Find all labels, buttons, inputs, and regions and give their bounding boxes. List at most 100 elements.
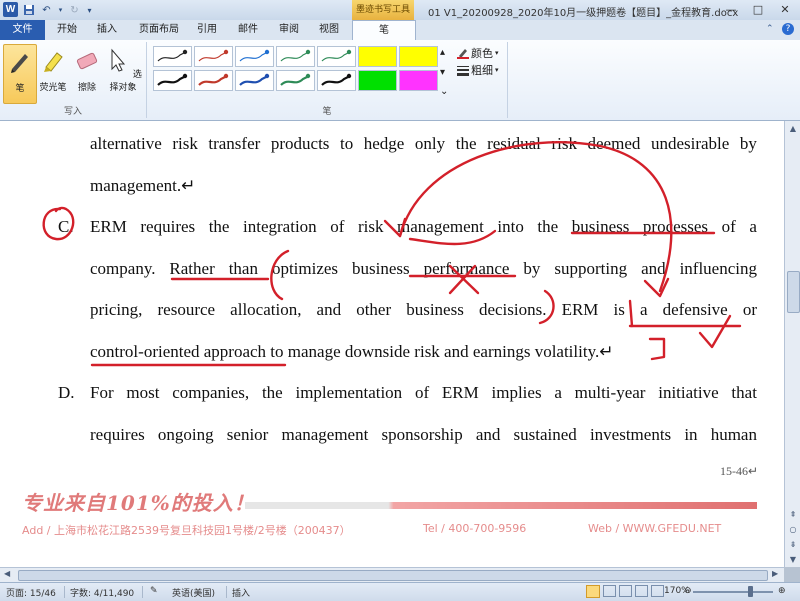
eraser-tool-button[interactable]: 擦除 bbox=[71, 44, 103, 102]
ribbon: 笔 荧光笔 擦除 选择对象 写入 ▴ ▾ ⌄ 颜色 ▾ 粗细 ▾ 笔 bbox=[0, 40, 800, 121]
web-layout-icon[interactable] bbox=[619, 585, 632, 597]
pen-color-label: 颜色 bbox=[471, 47, 493, 60]
pen-stroke-icon bbox=[157, 73, 188, 86]
pen-style-swatch[interactable] bbox=[153, 46, 192, 67]
tab-insert[interactable]: 插入 bbox=[92, 20, 122, 40]
tab-page-layout[interactable]: 页面布局 bbox=[135, 20, 183, 40]
tab-file[interactable]: 文件 bbox=[0, 20, 45, 40]
scroll-left-arrow-icon[interactable]: ◀ bbox=[4, 569, 10, 578]
save-icon[interactable] bbox=[21, 3, 36, 18]
pen-style-swatch[interactable] bbox=[153, 70, 192, 91]
pen-style-swatch[interactable] bbox=[358, 70, 397, 91]
pen-stroke-icon bbox=[280, 73, 311, 86]
eraser-icon bbox=[76, 52, 98, 70]
ink-arc-small bbox=[408, 229, 497, 246]
ink-annotations bbox=[42, 141, 742, 367]
language-status[interactable]: 英语(美国) bbox=[172, 586, 215, 599]
scroll-down-arrow-icon[interactable]: ▼ bbox=[785, 552, 800, 567]
tab-home[interactable]: 开始 bbox=[52, 20, 82, 40]
tab-view[interactable]: 视图 bbox=[314, 20, 344, 40]
ink-bracket-end bbox=[648, 337, 666, 361]
print-layout-view-icon[interactable] bbox=[586, 585, 600, 598]
pen-stroke-icon bbox=[239, 73, 270, 86]
ink-arc-arrow bbox=[398, 141, 673, 293]
browse-object-icon[interactable]: ○ bbox=[785, 522, 800, 537]
pen-stroke-icon bbox=[321, 73, 352, 86]
horizontal-scroll-thumb[interactable] bbox=[18, 570, 768, 581]
zoom-slider-knob[interactable] bbox=[748, 586, 753, 597]
quick-access-toolbar: ↶ ▾ ↻ ▾ bbox=[21, 2, 94, 18]
word-count-status[interactable]: 字数: 4/11,490 bbox=[70, 586, 134, 599]
word-app-icon[interactable]: W bbox=[3, 2, 18, 17]
pen-stroke-icon bbox=[198, 49, 229, 62]
ink-circle-c bbox=[42, 206, 75, 241]
tab-pen[interactable]: 笔 bbox=[352, 20, 416, 41]
pen-style-swatch[interactable] bbox=[194, 46, 233, 67]
close-button[interactable]: ✕ bbox=[772, 1, 798, 18]
zoom-in-icon[interactable]: ⊕ bbox=[778, 586, 786, 596]
document-workspace: alternative risk transfer products to hedge on… bbox=[0, 121, 784, 567]
highlighter-tool-button[interactable]: 荧光笔 bbox=[37, 44, 69, 102]
full-screen-reading-icon[interactable] bbox=[603, 585, 616, 597]
help-icon[interactable]: ? bbox=[782, 23, 794, 35]
customize-qat-icon[interactable]: ▾ bbox=[85, 3, 94, 18]
status-separator bbox=[64, 586, 65, 598]
write-group-label: 写入 bbox=[63, 107, 82, 117]
scroll-up-arrow-icon[interactable]: ▲ bbox=[785, 121, 800, 136]
select-objects-button[interactable]: 选择对象 bbox=[103, 44, 143, 102]
draft-view-icon[interactable] bbox=[651, 585, 664, 597]
undo-dropdown-icon[interactable]: ▾ bbox=[57, 3, 64, 18]
pen-style-swatch[interactable] bbox=[276, 46, 315, 67]
vertical-scroll-thumb[interactable] bbox=[787, 271, 800, 313]
zoom-out-icon[interactable]: ⊖ bbox=[684, 586, 692, 596]
pen-gallery-more-icon[interactable]: ⌄ bbox=[440, 86, 448, 97]
pen-style-swatch[interactable] bbox=[276, 70, 315, 91]
document-page[interactable]: alternative risk transfer products to hedge on… bbox=[0, 121, 784, 567]
highlighter-icon bbox=[44, 52, 63, 72]
vertical-scrollbar[interactable]: ▲ ⇞ ○ ⇟ ▼ bbox=[784, 121, 800, 567]
pen-color-button[interactable]: 颜色 ▾ bbox=[457, 45, 499, 61]
page-count-status[interactable]: 页面: 15/46 bbox=[6, 586, 56, 599]
ink-bracket-a bbox=[628, 299, 634, 328]
pen-style-swatch[interactable] bbox=[235, 46, 274, 67]
pen-gallery-scroll-down-icon[interactable]: ▾ bbox=[440, 67, 445, 78]
tab-references[interactable]: 引用 bbox=[192, 20, 222, 40]
pen-color-icon bbox=[457, 49, 469, 59]
previous-page-icon[interactable]: ⇞ bbox=[785, 507, 800, 522]
tab-review[interactable]: 审阅 bbox=[274, 20, 304, 40]
scroll-right-arrow-icon[interactable]: ▶ bbox=[772, 569, 778, 578]
pen-style-swatch[interactable] bbox=[358, 46, 397, 67]
pen-gallery-scroll-up-icon[interactable]: ▴ bbox=[440, 47, 445, 58]
eraser-tool-label: 擦除 bbox=[77, 83, 96, 93]
zoom-slider[interactable] bbox=[693, 591, 773, 593]
ink-arrowhead-1 bbox=[643, 277, 670, 298]
minimize-button[interactable]: — bbox=[718, 1, 744, 18]
write-group: 笔 荧光笔 擦除 选择对象 写入 bbox=[0, 42, 147, 118]
pen-style-swatch[interactable] bbox=[399, 46, 438, 67]
status-bar: 页面: 15/46 字数: 4/11,490 ✎ 英语(美国) 插入 170% … bbox=[0, 582, 800, 601]
pen-stroke-icon bbox=[239, 49, 270, 62]
minimize-ribbon-icon[interactable]: ⌃ bbox=[766, 24, 774, 34]
pen-tool-label: 笔 bbox=[15, 84, 25, 94]
pen-style-swatch[interactable] bbox=[317, 70, 356, 91]
redo-icon[interactable]: ↻ bbox=[67, 3, 82, 18]
pen-stroke-icon bbox=[321, 49, 352, 62]
ink-arrowhead-2 bbox=[383, 217, 407, 238]
pen-style-swatch[interactable] bbox=[194, 70, 233, 91]
pen-tool-button[interactable]: 笔 bbox=[3, 44, 37, 104]
pens-group: ▴ ▾ ⌄ 颜色 ▾ 粗细 ▾ 笔 bbox=[147, 42, 508, 118]
tab-mailings[interactable]: 邮件 bbox=[233, 20, 263, 40]
proofing-icon[interactable]: ✎ bbox=[150, 586, 158, 596]
next-page-icon[interactable]: ⇟ bbox=[785, 537, 800, 552]
outline-view-icon[interactable] bbox=[635, 585, 648, 597]
pen-style-swatch[interactable] bbox=[399, 70, 438, 91]
pen-style-swatch[interactable] bbox=[317, 46, 356, 67]
maximize-button[interactable]: □ bbox=[745, 1, 771, 18]
undo-icon[interactable]: ↶ bbox=[39, 3, 54, 18]
ink-check bbox=[698, 314, 732, 349]
pen-weight-button[interactable]: 粗细 ▾ bbox=[457, 62, 499, 78]
insert-mode-status[interactable]: 插入 bbox=[232, 586, 250, 599]
horizontal-scrollbar[interactable]: ◀ ▶ bbox=[0, 567, 784, 582]
pen-style-swatch[interactable] bbox=[235, 70, 274, 91]
ink-paren-right bbox=[538, 289, 555, 325]
